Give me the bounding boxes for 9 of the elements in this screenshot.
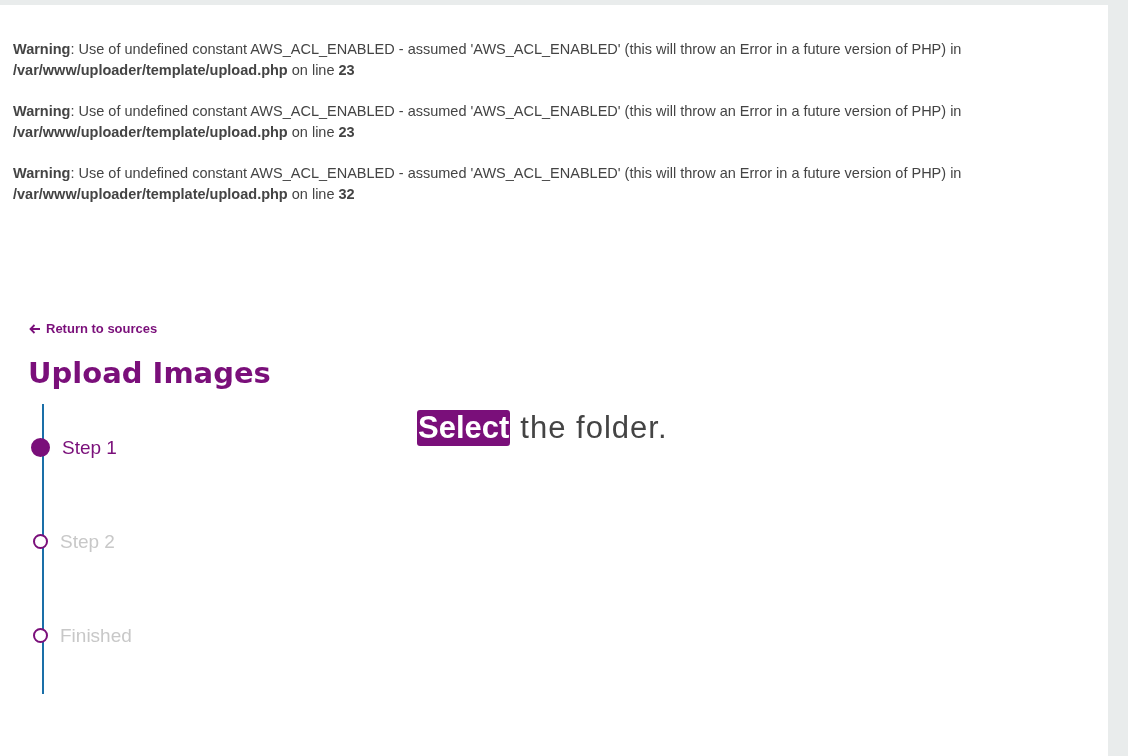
highlighted-word: Select xyxy=(417,409,511,446)
php-warning: Warning: Use of undefined constant AWS_ACL_ENABLED - assumed 'AWS_ACL_ENABLED' (this will throw an Error in a future version of PHP) in /var/www/uploader/template/upload.php on line 23 xyxy=(13,40,963,80)
page-title: Upload Images xyxy=(28,355,272,390)
return-link[interactable]: Return to sources xyxy=(29,321,158,336)
php-warning: Warning: Use of undefined constant AWS_ACL_ENABLED - assumed 'AWS_ACL_ENABLED' (this will throw an Error in a future version of PHP) in /var/www/uploader/template/upload.php on line 23 xyxy=(13,102,963,142)
instruction-text: the folder. xyxy=(520,409,668,446)
arrow-left-icon xyxy=(29,323,41,334)
step-label: Step 1 xyxy=(62,436,117,459)
php-warning: Warning: Use of undefined constant AWS_ACL_ENABLED - assumed 'AWS_ACL_ENABLED' (this will throw an Error in a future version of PHP) in /var/www/uploader/template/upload.php on line 32 xyxy=(13,164,963,204)
